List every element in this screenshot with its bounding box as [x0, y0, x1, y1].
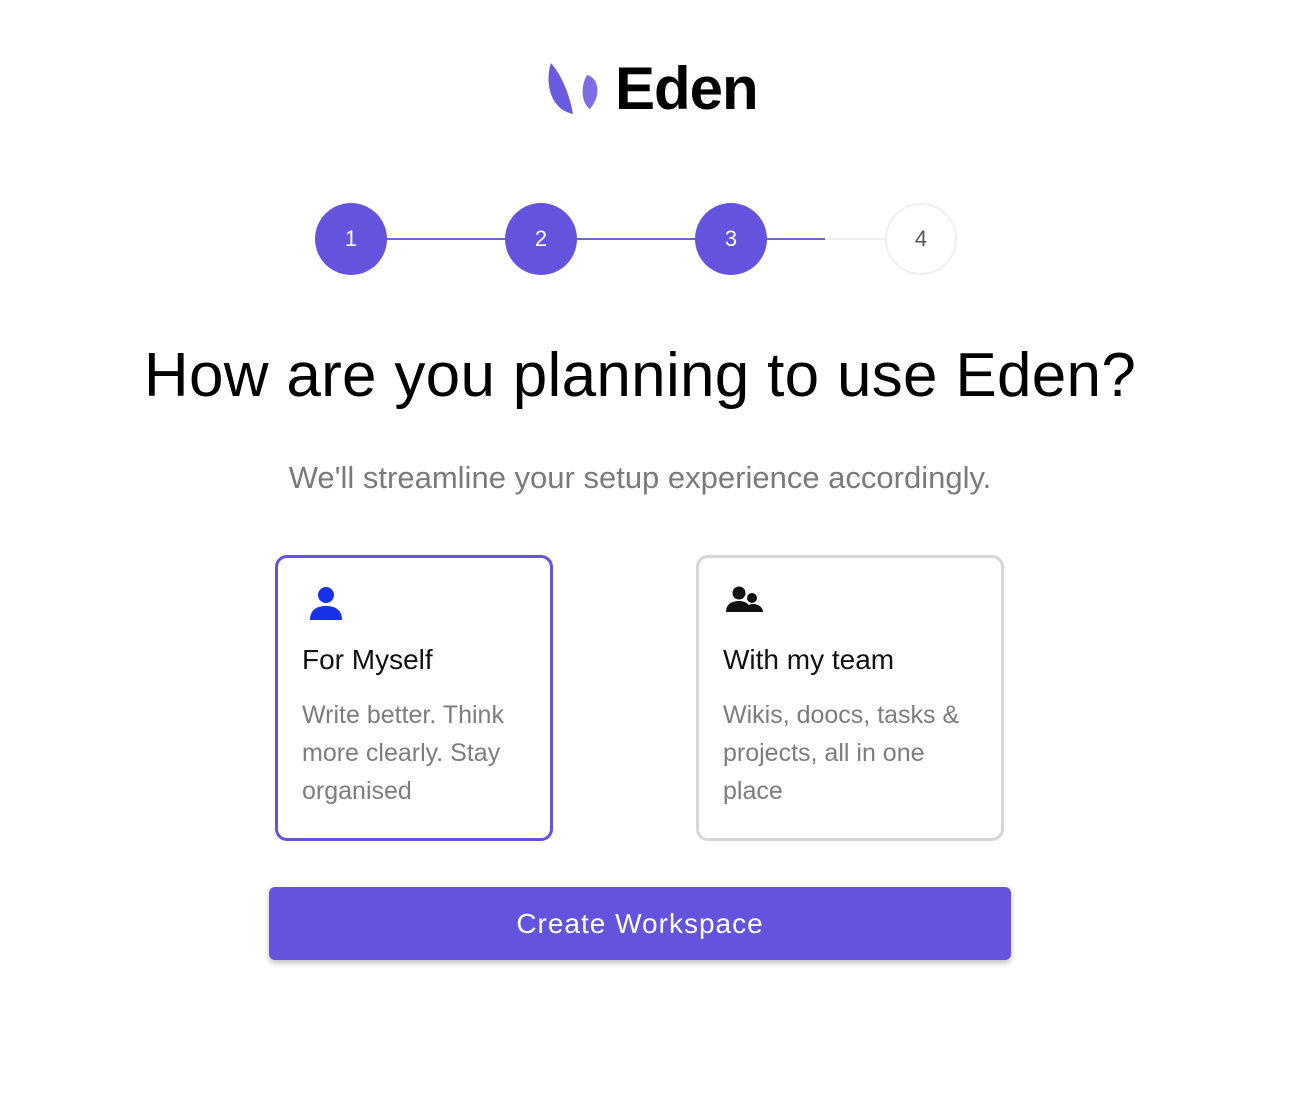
eden-leaf-icon [548, 63, 598, 114]
step-connector [387, 238, 505, 240]
option-card-myself[interactable]: For Myself Write better. Think more clea… [275, 555, 553, 841]
person-icon [310, 587, 342, 620]
progress-stepper: 1 2 3 4 [0, 0, 1306, 300]
step-3[interactable]: 3 [695, 203, 767, 275]
group-icon [726, 586, 763, 612]
step-connector [577, 238, 695, 240]
step-4[interactable]: 4 [885, 203, 957, 275]
option-description: Wikis, doocs, tasks & projects, all in o… [723, 701, 960, 805]
step-label: 2 [534, 226, 548, 251]
option-title: For Myself [302, 644, 433, 675]
option-card-team[interactable]: With my team Wikis, doocs, tasks & proje… [696, 555, 1004, 841]
page-title: How are you planning to use Eden? [143, 341, 1137, 410]
step-label: 1 [344, 226, 358, 251]
step-label: 3 [724, 226, 738, 251]
step-connector [767, 238, 825, 240]
option-description: Write better. Think more clearly. Stay o… [302, 701, 504, 805]
step-connector [825, 238, 885, 240]
create-workspace-button[interactable]: Create Workspace [269, 887, 1011, 960]
brand-logo: Eden [543, 54, 759, 124]
step-2[interactable]: 2 [505, 203, 577, 275]
brand-name: Eden [615, 55, 759, 122]
option-title: With my team [723, 644, 895, 675]
page-subtitle: We'll streamline your setup experience a… [288, 460, 992, 495]
step-label: 4 [914, 226, 928, 251]
step-1[interactable]: 1 [315, 203, 387, 275]
